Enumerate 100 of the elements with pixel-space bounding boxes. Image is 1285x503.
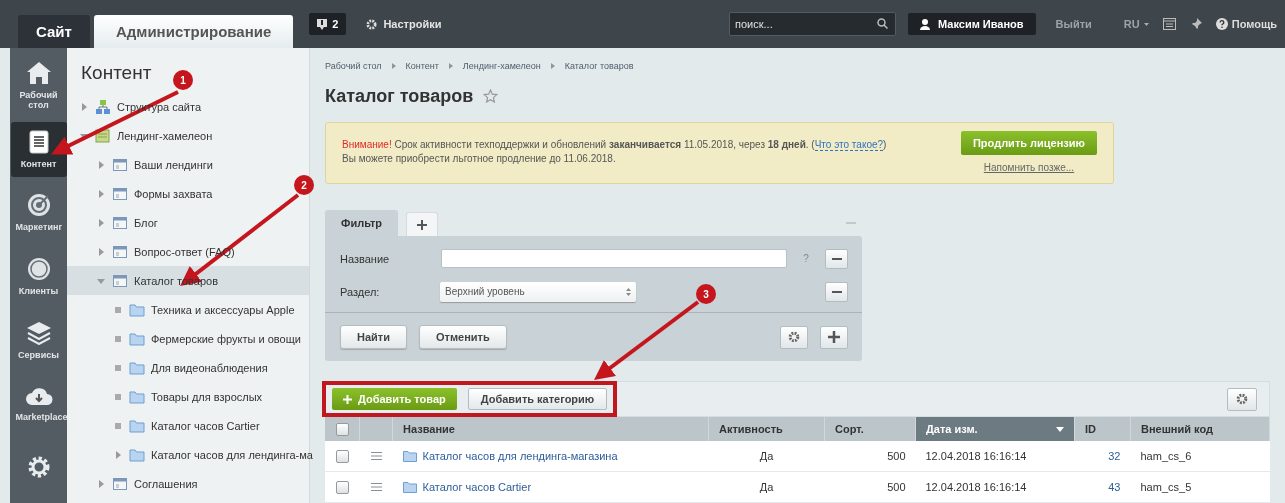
filter-settings-button[interactable] xyxy=(780,325,808,349)
top-tab[interactable]: Сайт xyxy=(18,15,90,48)
filter-button[interactable]: Отменить xyxy=(419,325,507,349)
notifications-button[interactable]: 2 xyxy=(309,13,347,35)
column-header[interactable]: Название xyxy=(392,417,709,441)
nav-item[interactable]: Контент xyxy=(10,121,67,178)
bullet-icon xyxy=(115,393,121,400)
search-icon[interactable] xyxy=(877,18,888,29)
add-category-button[interactable]: Добавить категорию xyxy=(467,388,608,410)
remind-later-link[interactable]: Напомнить позже... xyxy=(983,162,1075,173)
nav-item[interactable]: Сервисы xyxy=(10,312,67,368)
table-cell: 12.04.2018 16:16:14 xyxy=(915,441,1075,472)
search-field[interactable]: поиск... xyxy=(729,12,896,36)
tree-item[interactable]: Техника и аксессуары Apple xyxy=(113,302,295,317)
sort-arrow-icon xyxy=(1056,426,1064,432)
filter-tab[interactable]: Фильтр xyxy=(325,210,399,236)
breadcrumb-link[interactable]: Рабочий стол xyxy=(325,61,382,71)
settings-icon xyxy=(26,455,51,480)
id-link[interactable]: 43 xyxy=(1108,481,1121,493)
list-icon xyxy=(112,185,128,202)
tree-item[interactable]: Формы захвата xyxy=(96,185,213,202)
folder-icon xyxy=(402,481,417,493)
tree-item[interactable]: Блог xyxy=(96,214,158,231)
user-icon xyxy=(920,18,930,30)
grid-settings-button[interactable] xyxy=(1227,387,1257,411)
id-link[interactable]: 32 xyxy=(1108,450,1121,462)
row-checkbox[interactable] xyxy=(335,480,349,494)
breadcrumb-link[interactable]: Каталог товаров xyxy=(564,61,634,71)
list-icon xyxy=(112,475,128,492)
calendar-icon[interactable] xyxy=(1162,18,1176,30)
section-dropdown[interactable]: Верхний уровень xyxy=(440,281,637,302)
collapsed-arrow-icon[interactable] xyxy=(97,218,105,227)
page-title: Каталог товаров xyxy=(325,85,474,107)
home-icon xyxy=(25,61,52,86)
updown-arrows-icon xyxy=(626,287,632,296)
column-header[interactable]: Сорт. xyxy=(824,417,916,441)
select-all-checkbox[interactable] xyxy=(335,422,349,436)
nav-item[interactable]: Рабочий стол xyxy=(10,58,67,114)
section-link[interactable]: Каталог часов для лендинга-магазина xyxy=(422,450,618,462)
collapsed-arrow-icon[interactable] xyxy=(80,102,88,111)
help-icon xyxy=(1215,18,1228,30)
tree-item[interactable]: Каталог часов Cartier xyxy=(113,418,260,433)
table-cell: Да xyxy=(708,471,825,503)
add-filter-tab-button[interactable] xyxy=(406,212,439,236)
nav-item[interactable]: Маркетинг xyxy=(10,185,67,241)
column-header[interactable]: ID xyxy=(1074,417,1131,441)
menu-icon[interactable] xyxy=(370,483,382,491)
collapsed-arrow-icon[interactable] xyxy=(97,189,105,198)
breadcrumb-link[interactable]: Контент xyxy=(405,61,439,71)
notice-message: Внимание! Срок активности техподдержки и обновлений заканчивается 11.05.2018, через 18 дней. (Что это такое?) xyxy=(342,138,888,152)
logout-link[interactable]: Выйти xyxy=(1055,18,1092,30)
section-link[interactable]: Каталог часов Cartier xyxy=(422,481,532,493)
add-field-button[interactable] xyxy=(820,325,848,349)
folder-icon xyxy=(129,389,145,404)
plus-icon xyxy=(417,219,428,230)
tree-item[interactable]: Фермерские фрукты и овощи xyxy=(113,331,301,346)
language-selector[interactable]: RU xyxy=(1123,18,1149,30)
nav-item[interactable]: Клиенты xyxy=(10,248,67,305)
tree-item[interactable]: Для видеонаблюдения xyxy=(113,360,268,375)
collapsed-arrow-icon[interactable] xyxy=(97,160,105,169)
remove-field-button[interactable] xyxy=(825,281,848,302)
gear-icon xyxy=(1236,393,1248,405)
nav-item[interactable]: Marketplace xyxy=(10,375,67,432)
column-header[interactable]: Дата изм. xyxy=(915,417,1075,441)
target-icon xyxy=(26,193,51,218)
minus-icon xyxy=(831,290,842,293)
column-header[interactable]: Активность xyxy=(708,417,825,441)
folder-icon xyxy=(129,418,145,433)
collapsed-arrow-icon[interactable] xyxy=(114,450,122,459)
expanded-arrow-icon[interactable] xyxy=(80,131,88,140)
plus-icon xyxy=(343,394,352,404)
list-icon xyxy=(112,214,128,231)
filter-button[interactable]: Найти xyxy=(340,325,407,349)
table-cell: 12.04.2018 16:16:14 xyxy=(915,471,1075,503)
settings-icon xyxy=(366,18,378,30)
top-tab[interactable]: Администрирование xyxy=(93,15,294,48)
settings-button[interactable]: Настройки xyxy=(366,18,442,30)
collapsed-arrow-icon[interactable] xyxy=(97,479,105,488)
name-input-field[interactable] xyxy=(440,249,787,268)
tree-item[interactable]: Соглашения xyxy=(96,475,198,492)
folder-icon xyxy=(129,302,145,317)
row-checkbox[interactable] xyxy=(335,449,349,463)
tree-item[interactable]: Каталог часов для лендинга-ма xyxy=(113,447,313,462)
breadcrumb-link[interactable]: Лендинг-хамелеон xyxy=(462,61,541,71)
menu-icon[interactable] xyxy=(370,452,382,460)
minus-icon xyxy=(831,257,842,260)
notice-message: Вы можете приобрести льготное продление до 11.06.2018. xyxy=(342,152,617,166)
tree-item[interactable]: Лендинг-хамелеон xyxy=(79,127,213,144)
list-icon xyxy=(112,156,128,173)
collapsed-arrow-icon[interactable] xyxy=(97,247,105,256)
tree-item[interactable]: Товары для взрослых xyxy=(113,389,263,404)
layers-icon xyxy=(25,320,52,345)
list-icon xyxy=(112,243,128,260)
user-button[interactable]: Максим Иванов xyxy=(908,13,1036,35)
tree-item[interactable]: Ваши лендинги xyxy=(96,156,213,173)
help-link[interactable]: Помощь xyxy=(1215,18,1277,30)
remove-field-button[interactable] xyxy=(825,248,848,269)
star-icon[interactable] xyxy=(483,89,499,103)
column-header[interactable]: Внешний код xyxy=(1130,417,1270,441)
breadcrumb-separator-icon xyxy=(391,63,396,69)
